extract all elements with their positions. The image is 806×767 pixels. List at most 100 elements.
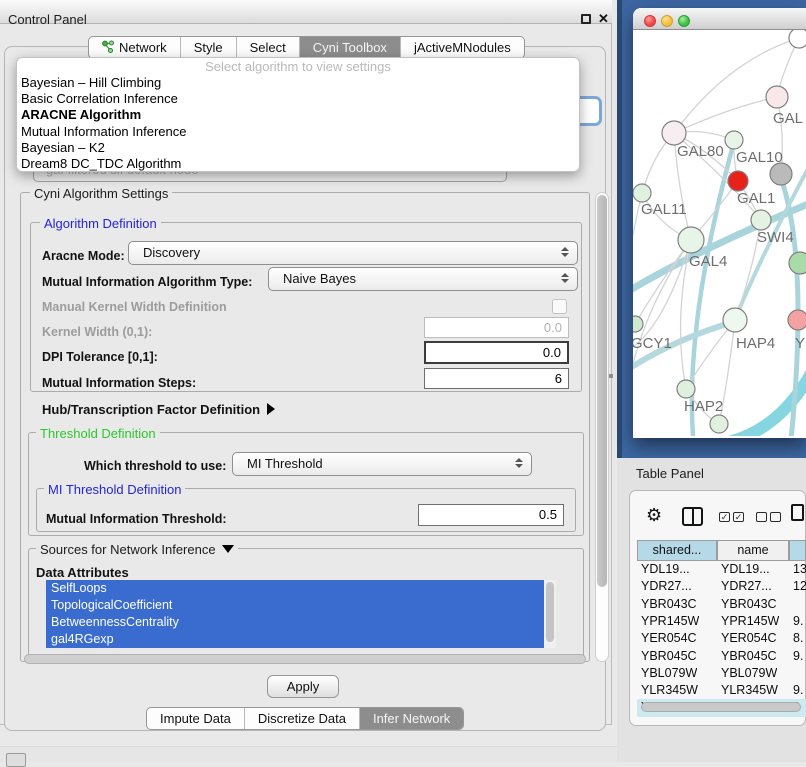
zoom-window-icon[interactable]	[678, 15, 690, 27]
network-node[interactable]	[788, 310, 806, 330]
table-row[interactable]: YBR043CYBR043C	[637, 596, 806, 613]
tab-jactivemnodules[interactable]: jActiveMNodules	[400, 37, 524, 58]
network-node[interactable]	[766, 86, 788, 108]
aracne-mode-label: Aracne Mode:	[42, 249, 125, 263]
settings-horizontal-scrollbar[interactable]	[24, 654, 586, 664]
manual-kernel-label: Manual Kernel Width Definition	[42, 300, 227, 314]
tab-impute-data[interactable]: Impute Data	[147, 708, 244, 729]
expand-right-icon	[267, 403, 275, 415]
mi-steps-field[interactable]: 6	[424, 368, 569, 389]
control-panel-tabs: Network Style Select Cyni Toolbox jActiv…	[88, 36, 525, 59]
network-node[interactable]	[710, 415, 728, 433]
table-row[interactable]: YLR345WYLR345W9.	[637, 682, 806, 699]
split-columns-icon[interactable]	[682, 507, 703, 526]
network-canvas[interactable]: GALGAL80GAL10GAL1GAL11SWI4GAL4GCY1HAP4YH…	[633, 30, 806, 436]
hub-definition-toggle[interactable]: Hub/Transcription Factor Definition	[42, 402, 275, 417]
network-edge[interactable]	[674, 97, 777, 133]
tab-infer-network[interactable]: Infer Network	[359, 708, 463, 729]
new-table-icon[interactable]	[791, 504, 804, 521]
tab-select[interactable]: Select	[236, 37, 299, 58]
minimized-panel-icon[interactable]	[6, 753, 26, 767]
algorithm-option[interactable]: Mutual Information Inference	[17, 124, 579, 140]
algorithm-option[interactable]: Basic Correlation Inference	[17, 91, 579, 107]
node-label: GAL	[773, 110, 803, 127]
splitter-handle[interactable]	[609, 374, 613, 378]
table-row[interactable]: YBR045CYBR045C9.	[637, 648, 806, 665]
kernel-width-field[interactable]: 0.0	[424, 317, 569, 338]
network-icon	[102, 40, 114, 56]
float-window-icon[interactable]	[581, 14, 591, 24]
table-row[interactable]: YPR145WYPR145W9.	[637, 613, 806, 630]
tab-cyni-toolbox[interactable]: Cyni Toolbox	[299, 37, 400, 58]
table-column-header[interactable]: name	[717, 540, 789, 561]
combo-spinner-icon	[515, 458, 523, 468]
select-all-checkboxes-icon[interactable]: ✓✓	[719, 512, 744, 522]
dpi-tolerance-field[interactable]: 0.0	[424, 341, 569, 364]
network-node[interactable]	[677, 380, 695, 398]
algorithm-option[interactable]: Bayesian – Hill Climbing	[17, 75, 579, 91]
table-column-header[interactable]: shared...	[637, 540, 717, 561]
mi-threshold-label: Mutual Information Threshold:	[46, 512, 227, 526]
table-cell: 12	[793, 579, 806, 593]
network-node[interactable]	[725, 131, 743, 149]
table-row[interactable]: YDR27...YDR27...12	[637, 578, 806, 595]
table-row[interactable]: YER054CYER054C8.	[637, 630, 806, 647]
table-row[interactable]: YBL079WYBL079W	[637, 665, 806, 682]
cyni-algorithm-settings-legend: Cyni Algorithm Settings	[30, 186, 172, 201]
attributes-list-scrollbar-thumb[interactable]	[546, 582, 554, 642]
data-attributes-list[interactable]: SelfLoopsTopologicalCoefficientBetweenne…	[46, 580, 544, 648]
network-node[interactable]	[789, 252, 806, 274]
sources-legend[interactable]: Sources for Network Inference	[36, 542, 238, 557]
network-node[interactable]	[678, 227, 704, 253]
table-cell: YPR145W	[641, 614, 699, 628]
mi-type-combo[interactable]: Naive Bayes	[268, 267, 578, 291]
table-cell: YBR045C	[721, 649, 777, 663]
algorithm-dropdown-popup: Select algorithm to view settings Bayesi…	[16, 57, 580, 172]
table-cell: YLR345W	[721, 683, 778, 697]
node-label: GAL80	[677, 143, 724, 160]
network-node[interactable]	[728, 171, 748, 191]
network-node[interactable]	[723, 308, 747, 332]
apply-button[interactable]: Apply	[267, 675, 339, 698]
tab-network[interactable]: Network	[89, 37, 180, 58]
table-horizontal-scrollbar[interactable]	[641, 702, 801, 712]
algorithm-option[interactable]: ARACNE Algorithm	[17, 107, 579, 123]
network-node[interactable]	[633, 184, 651, 202]
table-row[interactable]: YDL19...YDL19...13	[637, 561, 806, 578]
network-node[interactable]	[770, 163, 792, 185]
aracne-mode-combo[interactable]: Discovery	[128, 241, 578, 265]
tab-style[interactable]: Style	[180, 37, 236, 58]
combo-spinner-icon	[561, 247, 569, 257]
table-column-header[interactable]	[789, 540, 806, 561]
algorithm-option[interactable]: Bayesian – K2	[17, 140, 579, 156]
network-node[interactable]	[789, 30, 806, 48]
deselect-all-checkboxes-icon[interactable]	[756, 512, 781, 522]
node-label: HAP2	[684, 398, 723, 415]
dpi-tolerance-label: DPI Tolerance [0,1]:	[42, 350, 158, 364]
attribute-list-item[interactable]: TopologicalCoefficient	[46, 597, 544, 614]
network-node[interactable]	[633, 316, 643, 332]
node-label: GAL4	[689, 253, 727, 270]
table-cell: YBL079W	[641, 666, 697, 680]
which-threshold-combo[interactable]: MI Threshold	[232, 452, 532, 476]
close-icon[interactable]: ✕	[598, 11, 609, 27]
attribute-list-item[interactable]: BetweennessCentrality	[46, 614, 544, 631]
gear-icon[interactable]: ⚙	[646, 505, 662, 526]
table-cell: YDL19...	[721, 562, 770, 576]
algorithm-option[interactable]: Dream8 DC_TDC Algorithm	[17, 156, 579, 172]
table-cell: YDL19...	[641, 562, 690, 576]
manual-kernel-checkbox[interactable]	[552, 299, 567, 314]
close-window-icon[interactable]	[644, 15, 656, 27]
tab-discretize-data[interactable]: Discretize Data	[244, 708, 359, 729]
cyni-bottom-tabs: Impute Data Discretize Data Infer Networ…	[146, 707, 464, 730]
attribute-list-item[interactable]: SelfLoops	[46, 580, 544, 597]
node-label: SWI4	[757, 229, 794, 246]
mi-threshold-field[interactable]: 0.5	[418, 504, 564, 526]
attribute-list-item[interactable]: gal4RGexp	[46, 631, 544, 648]
minimize-window-icon[interactable]	[661, 15, 673, 27]
network-node[interactable]	[662, 121, 686, 145]
algorithm-placeholder: Select algorithm to view settings	[17, 59, 579, 75]
network-node[interactable]	[751, 210, 771, 230]
settings-scrollbar-thumb[interactable]	[597, 195, 607, 587]
network-edge-thick[interactable]	[692, 142, 734, 436]
